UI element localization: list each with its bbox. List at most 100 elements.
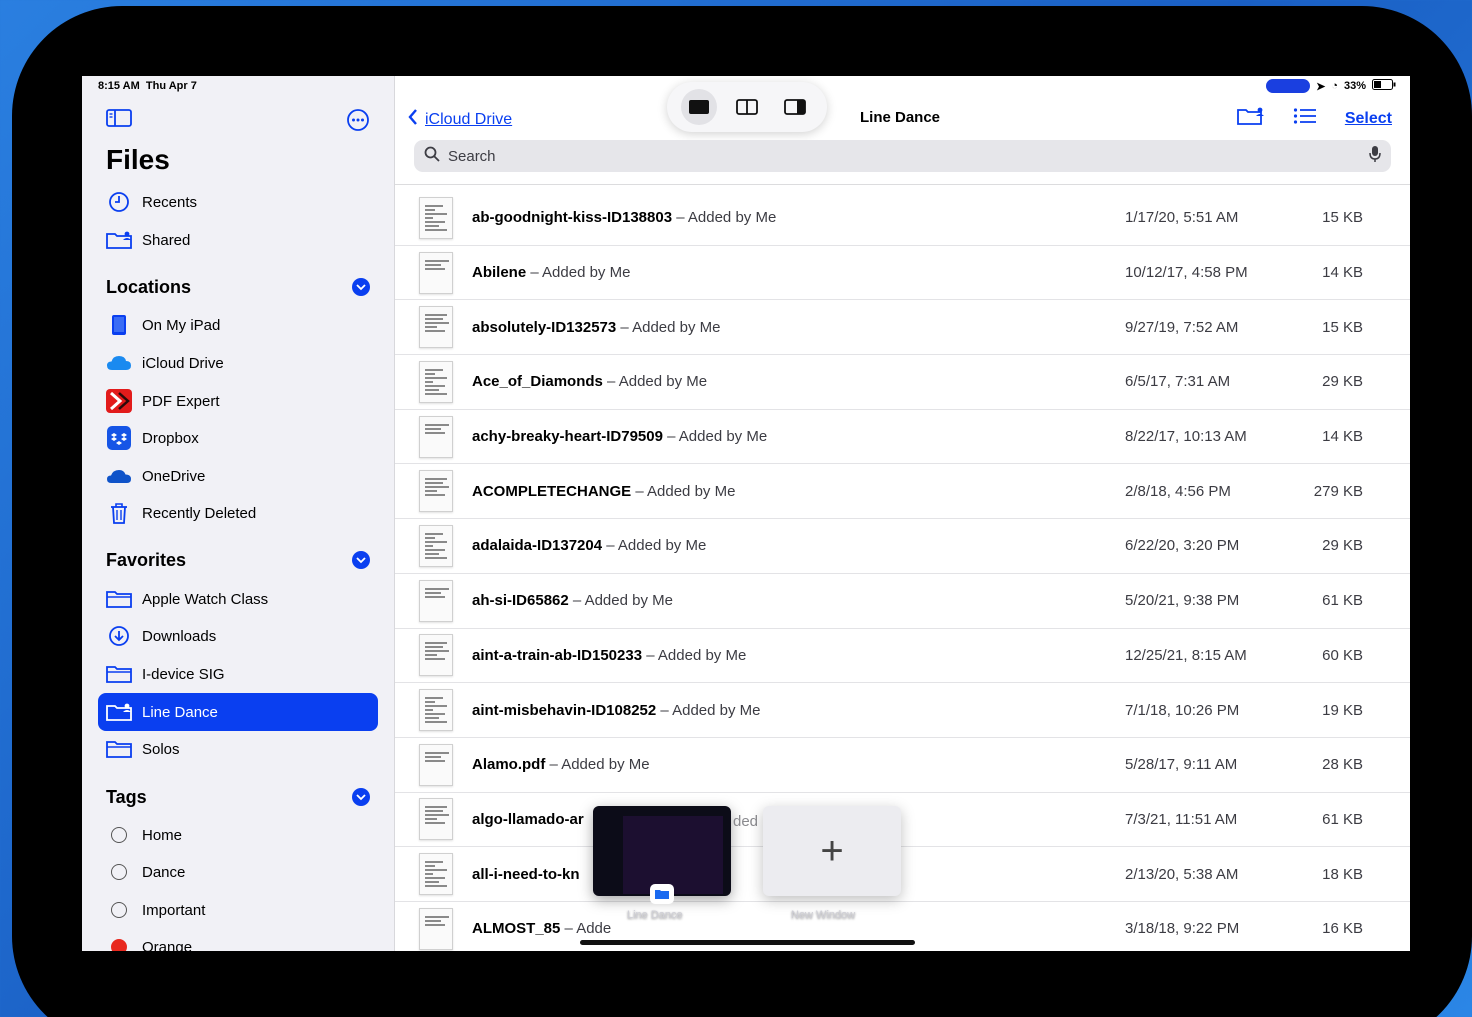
file-row[interactable]: ah-si-ID65862 – Added by Me 5/20/21, 9:38… (395, 574, 1410, 629)
document-thumbnail (419, 743, 453, 786)
sidebar-item-label: iCloud Drive (142, 354, 224, 372)
file-name: ab-goodnight-kiss-ID138803 – Added by Me (472, 209, 777, 227)
new-window-button[interactable]: + (763, 806, 901, 896)
sidebar-item-label: Apple Watch Class (142, 590, 269, 608)
sidebar-item-shared[interactable]: Shared (98, 221, 378, 259)
file-size: 15 KB (1322, 318, 1363, 336)
plus-icon: + (820, 828, 844, 873)
status-bar-right: ➤ ◔ 33% (1266, 79, 1396, 93)
home-indicator[interactable] (580, 940, 915, 945)
file-date: 9/27/19, 7:52 AM (1125, 318, 1239, 336)
sidebar-item-on-my-ipad[interactable]: On My iPad (98, 306, 378, 344)
clock-icon (106, 190, 132, 214)
search-field[interactable]: Search (414, 140, 1391, 172)
file-date: 8/22/17, 10:13 AM (1125, 428, 1247, 446)
ipad-screen: 8:15 AM Thu Apr 7 Files Recents Shared L… (82, 76, 1410, 951)
file-date: 5/28/17, 9:11 AM (1125, 756, 1238, 774)
file-row[interactable]: aint-a-train-ab-ID150233 – Added by Me 12… (395, 629, 1410, 684)
sidebar-item-dropbox[interactable]: Dropbox (98, 419, 378, 457)
favorites-header[interactable]: Favorites (106, 547, 370, 573)
document-thumbnail (419, 524, 453, 567)
sidebar-item-icloud-drive[interactable]: iCloud Drive (98, 344, 378, 382)
document-thumbnail (419, 907, 453, 950)
screen-mirroring-icon (1266, 79, 1311, 93)
sidebar-tag-home[interactable]: Home (98, 816, 378, 854)
wifi-icon: ◔ (1331, 80, 1338, 92)
tag-circle-icon (106, 823, 132, 847)
fullscreen-icon (689, 100, 709, 114)
file-row[interactable]: Alamo.pdf – Added by Me 5/28/17, 9:11 AM 2… (395, 738, 1410, 793)
battery-percent: 33% (1343, 80, 1366, 92)
sidebar-item-label: Downloads (142, 627, 217, 645)
chevron-down-icon[interactable] (352, 551, 370, 569)
file-row[interactable]: achy-breaky-heart-ID79509 – Added by Me 8… (395, 410, 1410, 465)
file-name: absolutely-ID132573 – Added by Me (472, 318, 721, 336)
sidebar-item-i-device-sig[interactable]: I-device SIG (98, 655, 378, 693)
file-date: 7/1/18, 10:26 PM (1125, 701, 1240, 719)
slide-over-button[interactable] (777, 89, 813, 125)
tags-header[interactable]: Tags (106, 784, 370, 810)
sidebar-item-label: Line Dance (142, 703, 218, 721)
sidebar-item-label: Important (142, 901, 206, 919)
file-row[interactable]: all-i-need-to-kn 2/13/20, 5:38 AM 18 KB (395, 847, 1410, 902)
file-date: 6/5/17, 7:31 AM (1125, 373, 1231, 391)
microphone-icon[interactable] (1369, 145, 1381, 167)
sidebar-item-label: I-device SIG (142, 665, 225, 683)
file-row[interactable]: algo-llamado-ar 7/3/21, 11:51 AM 61 KB (395, 793, 1410, 848)
file-name: Abilene – Added by Me (472, 264, 631, 282)
split-view-button[interactable] (729, 89, 765, 125)
file-size: 16 KB (1322, 920, 1363, 938)
file-row[interactable]: absolutely-ID132573 – Added by Me 9/27/19… (395, 300, 1410, 356)
file-row[interactable]: ACOMPLETECHANGE – Added by Me 2/8/18, 4:5… (395, 464, 1410, 520)
sidebar-item-downloads[interactable]: Downloads (98, 617, 378, 655)
select-button[interactable]: Select (1345, 110, 1392, 128)
locations-header[interactable]: Locations (106, 274, 370, 300)
sidebar-item-pdf-expert[interactable]: PDF Expert (98, 382, 378, 420)
sidebar-item-label: Recents (142, 193, 198, 211)
file-name: algo-llamado-ar (472, 810, 584, 828)
main-pane: ➤ ◔ 33% iCloud Drive Line Dance Select S… (395, 76, 1410, 951)
list-view-icon[interactable] (1293, 107, 1317, 130)
file-size: 61 KB (1322, 592, 1363, 610)
fullscreen-button[interactable] (681, 89, 717, 125)
file-row[interactable]: Ace_of_Diamonds – Added by Me 6/5/17, 7:3… (395, 355, 1410, 410)
sidebar-item-line-dance[interactable]: Line Dance (98, 693, 378, 731)
file-size: 61 KB (1322, 810, 1363, 828)
sidebar-tag-important[interactable]: Important (98, 891, 378, 929)
sidebar: 8:15 AM Thu Apr 7 Files Recents Shared L… (82, 76, 395, 951)
sidebar-item-onedrive[interactable]: OneDrive (98, 457, 378, 495)
sidebar-item-recently-deleted[interactable]: Recently Deleted (98, 494, 378, 532)
more-options-icon[interactable] (346, 108, 370, 137)
document-thumbnail (419, 415, 453, 458)
sidebar-tag-dance[interactable]: Dance (98, 853, 378, 891)
file-date: 12/25/21, 8:15 AM (1125, 646, 1247, 664)
file-row[interactable]: ab-goodnight-kiss-ID138803 – Added by Me… (395, 191, 1410, 246)
new-shared-folder-icon[interactable] (1236, 106, 1265, 131)
file-size: 18 KB (1322, 865, 1363, 883)
file-name: ah-si-ID65862 – Added by Me (472, 592, 673, 610)
chevron-down-icon[interactable] (352, 788, 370, 806)
file-name: Alamo.pdf – Added by Me (472, 756, 650, 774)
file-date: 5/20/21, 9:38 PM (1125, 592, 1240, 610)
file-size: 19 KB (1322, 701, 1363, 719)
document-thumbnail (419, 634, 453, 677)
back-button[interactable]: iCloud Drive (407, 108, 512, 131)
sidebar-toggle-icon[interactable] (106, 108, 132, 133)
status-time: 8:15 AM Thu Apr 7 (98, 80, 197, 92)
document-thumbnail (419, 251, 453, 294)
chevron-down-icon[interactable] (352, 278, 370, 296)
file-row[interactable]: aint-misbehavin-ID108252 – Added by Me 7/… (395, 683, 1410, 738)
sidebar-item-apple-watch-class[interactable]: Apple Watch Class (98, 580, 378, 618)
shelf-window-thumbnail[interactable] (593, 806, 731, 896)
file-row[interactable]: adalaida-ID137204 – Added by Me 6/22/20, … (395, 519, 1410, 574)
file-date: 2/8/18, 4:56 PM (1125, 482, 1231, 500)
sidebar-title: Files (106, 144, 170, 175)
sidebar-item-recents[interactable]: Recents (98, 183, 378, 221)
file-date: 3/18/18, 9:22 PM (1125, 920, 1240, 938)
file-row[interactable]: Abilene – Added by Me 10/12/17, 4:58 PM 14… (395, 246, 1410, 301)
sidebar-item-solos[interactable]: Solos (98, 730, 378, 768)
chevron-left-icon (407, 108, 419, 131)
sidebar-tag-orange[interactable]: Orange (98, 928, 378, 951)
onedrive-icon (106, 464, 132, 488)
sidebar-item-label: Dance (142, 863, 186, 881)
